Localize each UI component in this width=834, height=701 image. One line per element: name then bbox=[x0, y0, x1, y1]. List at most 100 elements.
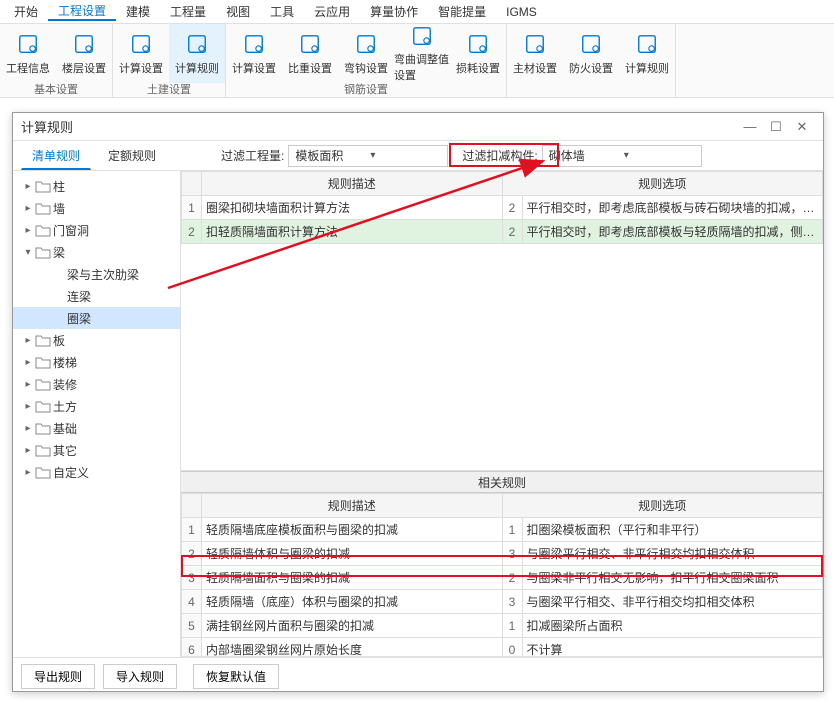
chevron-down-icon: ▾ bbox=[620, 150, 699, 161]
hook-set-icon bbox=[352, 32, 380, 56]
top-grid[interactable]: 规则描述 规则选项 1圈梁扣砌块墙面积计算方法2平行相交时，即考虑底部模板与砖石… bbox=[181, 171, 823, 471]
folder-icon bbox=[35, 465, 51, 479]
menu-item[interactable]: 智能提量 bbox=[428, 3, 496, 20]
folder-icon bbox=[35, 443, 51, 457]
expand-icon[interactable]: ▾ bbox=[21, 247, 35, 258]
proj-info-button[interactable]: 工程信息 bbox=[0, 24, 56, 83]
folder-icon bbox=[35, 377, 51, 391]
col-desc: 规则描述 bbox=[202, 494, 503, 518]
menu-item[interactable]: 云应用 bbox=[304, 3, 360, 20]
related-row[interactable]: 4轻质隔墙（底座）体积与圈梁的扣减3与圈梁平行相交、非平行相交均扣相交体积 bbox=[182, 590, 823, 614]
floor-set-icon bbox=[70, 32, 98, 56]
tree-node[interactable]: ▸自定义 bbox=[13, 461, 180, 483]
tree-node[interactable]: 圈梁 bbox=[13, 307, 180, 329]
expand-icon[interactable]: ▸ bbox=[21, 357, 35, 368]
tree-node[interactable]: ▸柱 bbox=[13, 175, 180, 197]
col-opt: 规则选项 bbox=[502, 172, 823, 196]
restore-default-button[interactable]: 恢复默认值 bbox=[193, 664, 279, 689]
filter-bar: 清单规则定额规则 过滤工程量: 模板面积▾ 过滤扣减构件: 砌体墙▾ bbox=[13, 141, 823, 171]
expand-icon[interactable]: ▸ bbox=[21, 203, 35, 214]
hook-set-button[interactable]: 弯钩设置 bbox=[338, 24, 394, 83]
related-row[interactable]: 5满挂钢丝网片面积与圈梁的扣减1扣减圈梁所占面积 bbox=[182, 614, 823, 638]
tree-node[interactable]: ▸门窗洞 bbox=[13, 219, 180, 241]
floor-set-button[interactable]: 楼层设置 bbox=[56, 24, 112, 83]
calc-rule-dialog: 计算规则 — ☐ ✕ 清单规则定额规则 过滤工程量: 模板面积▾ 过滤扣减构件:… bbox=[12, 112, 824, 692]
tree-node[interactable]: ▸装修 bbox=[13, 373, 180, 395]
menu-item[interactable]: 算量协作 bbox=[360, 3, 428, 20]
related-header: 相关规则 bbox=[181, 471, 823, 493]
tree-node[interactable]: ▸土方 bbox=[13, 395, 180, 417]
folder-icon bbox=[35, 245, 51, 259]
expand-icon[interactable]: ▸ bbox=[21, 401, 35, 412]
tree-node[interactable]: ▸基础 bbox=[13, 417, 180, 439]
calc-rule2-icon bbox=[633, 32, 661, 56]
close-button[interactable]: ✕ bbox=[789, 117, 815, 137]
main-mat-button[interactable]: 主材设置 bbox=[507, 24, 563, 83]
calc-set-icon bbox=[127, 32, 155, 56]
tree-node[interactable]: 连梁 bbox=[13, 285, 180, 307]
maximize-button[interactable]: ☐ bbox=[763, 117, 789, 137]
expand-icon[interactable]: ▸ bbox=[21, 467, 35, 478]
menu-item[interactable]: 开始 bbox=[4, 3, 48, 20]
folder-icon bbox=[35, 421, 51, 435]
menu-item[interactable]: 工程设置 bbox=[48, 2, 116, 21]
filter-comp-label: 过滤扣减构件: bbox=[462, 147, 537, 164]
folder-icon bbox=[35, 179, 51, 193]
rule-row[interactable]: 1圈梁扣砌块墙面积计算方法2平行相交时，即考虑底部模板与砖石砌块墙的扣减，侧面… bbox=[182, 196, 823, 220]
folder-icon bbox=[35, 355, 51, 369]
folder-icon bbox=[35, 333, 51, 347]
calc-set-button[interactable]: 计算设置 bbox=[113, 24, 169, 83]
related-row[interactable]: 3轻质隔墙面积与圈梁的扣减2与圈梁非平行相交无影响，扣平行相交圈梁面积 bbox=[182, 566, 823, 590]
tree-node[interactable]: ▸墙 bbox=[13, 197, 180, 219]
export-rules-button[interactable]: 导出规则 bbox=[21, 664, 95, 689]
related-row[interactable]: 6内部墙圈梁钢丝网片原始长度0不计算 bbox=[182, 638, 823, 658]
minimize-button[interactable]: — bbox=[737, 117, 763, 137]
fire-set-button[interactable]: 防火设置 bbox=[563, 24, 619, 83]
filter-qty-combo[interactable]: 模板面积▾ bbox=[288, 145, 448, 167]
calc-rule-button[interactable]: 计算规则 bbox=[169, 24, 225, 83]
related-row[interactable]: 2轻质隔墙体积与圈梁的扣减3与圈梁平行相交、非平行相交均扣相交体积 bbox=[182, 542, 823, 566]
tree-node[interactable]: ▸板 bbox=[13, 329, 180, 351]
rule-tabs: 清单规则定额规则 bbox=[21, 142, 167, 170]
main-mat-icon bbox=[521, 32, 549, 56]
rules-panel: 规则描述 规则选项 1圈梁扣砌块墙面积计算方法2平行相交时，即考虑底部模板与砖石… bbox=[181, 171, 823, 657]
import-rules-button[interactable]: 导入规则 bbox=[103, 664, 177, 689]
tree-node[interactable]: ▾梁 bbox=[13, 241, 180, 263]
expand-icon[interactable]: ▸ bbox=[21, 423, 35, 434]
ratio-set-icon bbox=[296, 32, 324, 56]
loss-set-icon bbox=[464, 32, 492, 56]
bend-adj-button[interactable]: 弯曲调整值设置 bbox=[394, 24, 450, 83]
expand-icon[interactable]: ▸ bbox=[21, 379, 35, 390]
rule-row[interactable]: 2扣轻质隔墙面积计算方法2平行相交时，即考虑底部模板与轻质隔墙的扣减，侧面如… bbox=[182, 220, 823, 244]
menu-item[interactable]: 工程量 bbox=[160, 3, 216, 20]
calc-rule2-button[interactable]: 计算规则 bbox=[619, 24, 675, 83]
menu-item[interactable]: 视图 bbox=[216, 3, 260, 20]
dialog-titlebar: 计算规则 — ☐ ✕ bbox=[13, 113, 823, 141]
expand-icon[interactable]: ▸ bbox=[21, 335, 35, 346]
menu-item[interactable]: IGMS bbox=[496, 5, 547, 19]
bend-adj-icon bbox=[408, 24, 436, 47]
ribbon: 工程信息楼层设置基本设置计算设置计算规则土建设置计算设置比重设置弯钩设置弯曲调整… bbox=[0, 24, 834, 98]
filter-comp-combo[interactable]: 砌体墙▾ bbox=[542, 145, 702, 167]
loss-set-button[interactable]: 损耗设置 bbox=[450, 24, 506, 83]
expand-icon[interactable]: ▸ bbox=[21, 445, 35, 456]
ratio-set-button[interactable]: 比重设置 bbox=[282, 24, 338, 83]
calc-set2-button[interactable]: 计算设置 bbox=[226, 24, 282, 83]
proj-info-icon bbox=[14, 32, 42, 56]
chevron-down-icon: ▾ bbox=[366, 150, 445, 161]
category-tree: ▸柱▸墙▸门窗洞▾梁梁与主次肋梁连梁圈梁▸板▸楼梯▸装修▸土方▸基础▸其它▸自定… bbox=[13, 171, 181, 657]
expand-icon[interactable]: ▸ bbox=[21, 225, 35, 236]
rule-tab[interactable]: 清单规则 bbox=[21, 142, 91, 170]
menu-item[interactable]: 建模 bbox=[116, 3, 160, 20]
calc-set2-icon bbox=[240, 32, 268, 56]
rule-tab[interactable]: 定额规则 bbox=[97, 142, 167, 170]
expand-icon[interactable]: ▸ bbox=[21, 181, 35, 192]
menu-item[interactable]: 工具 bbox=[260, 3, 304, 20]
tree-node[interactable]: ▸楼梯 bbox=[13, 351, 180, 373]
tree-node[interactable]: 梁与主次肋梁 bbox=[13, 263, 180, 285]
related-row[interactable]: 1轻质隔墙底座模板面积与圈梁的扣减1扣圈梁模板面积（平行和非平行） bbox=[182, 518, 823, 542]
col-opt: 规则选项 bbox=[502, 494, 823, 518]
folder-icon bbox=[35, 201, 51, 215]
related-grid[interactable]: 规则描述 规则选项 1轻质隔墙底座模板面积与圈梁的扣减1扣圈梁模板面积（平行和非… bbox=[181, 493, 823, 657]
tree-node[interactable]: ▸其它 bbox=[13, 439, 180, 461]
